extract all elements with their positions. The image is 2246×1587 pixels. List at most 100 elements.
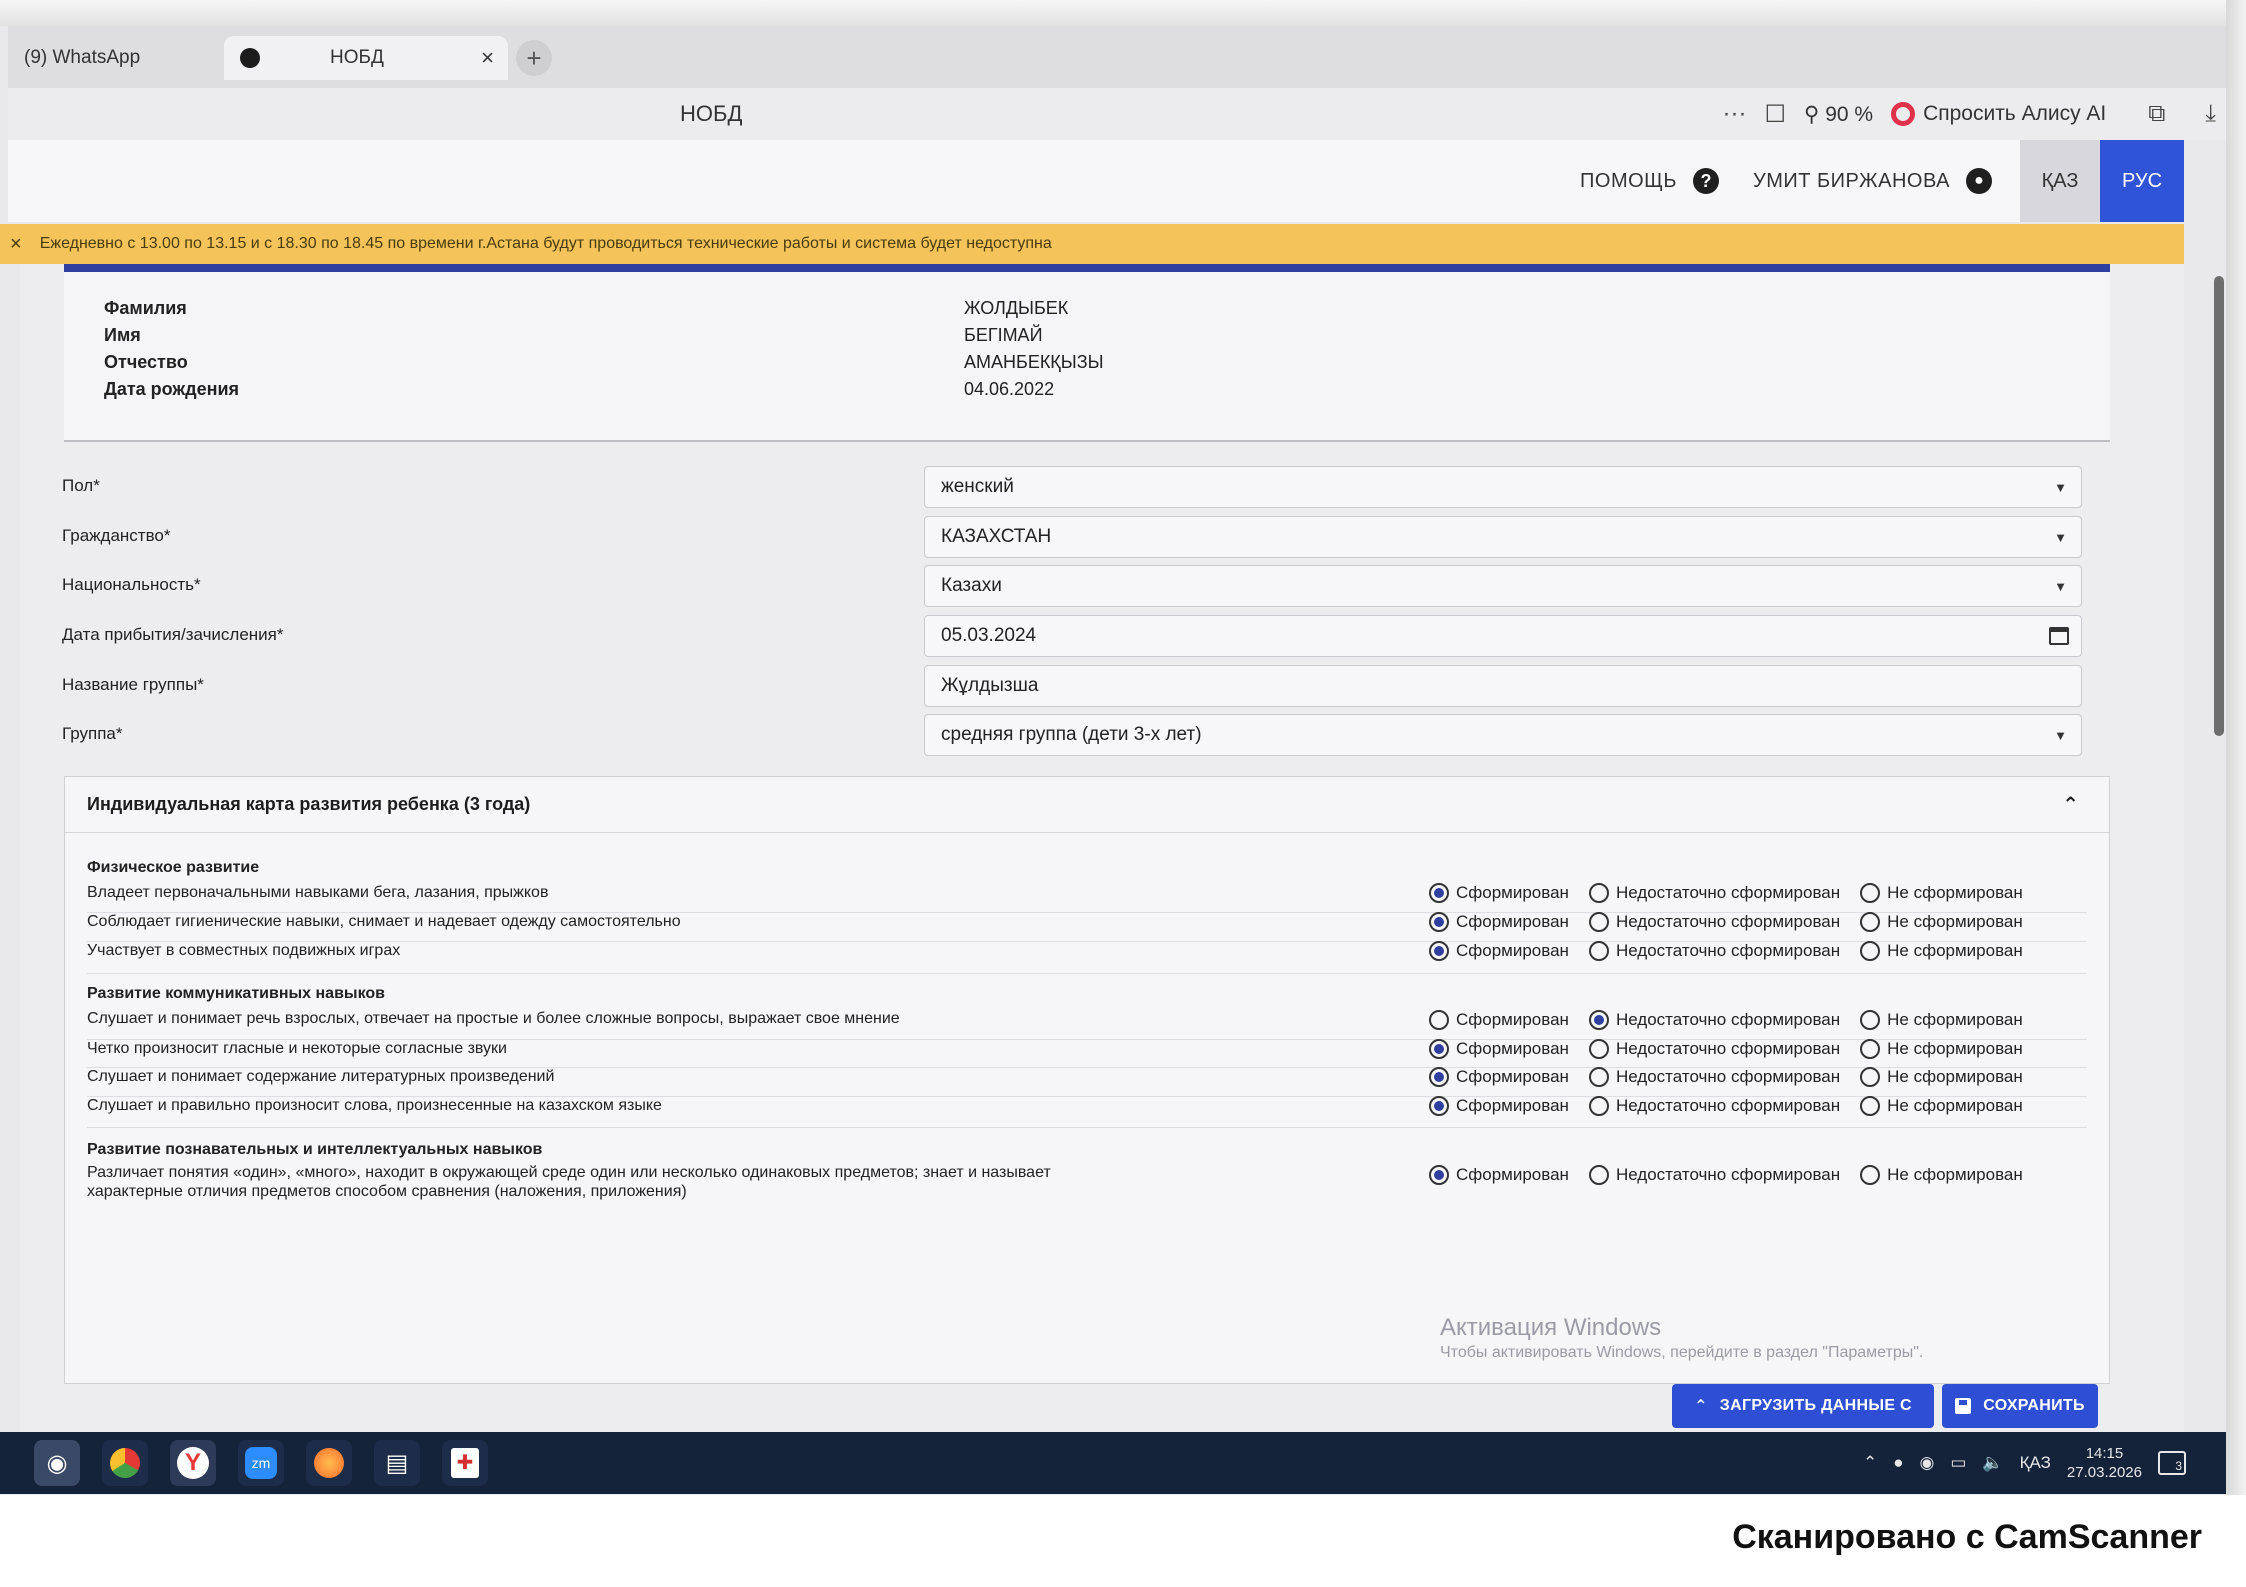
notifications-icon[interactable]: 3 xyxy=(2158,1451,2186,1475)
radio-label: Не сформирован xyxy=(1887,1165,2023,1184)
network-icon[interactable]: ◉ xyxy=(1920,1453,1935,1473)
user-icon[interactable]: ● xyxy=(1966,168,1992,194)
row-divider xyxy=(87,973,2087,974)
load-data-button[interactable]: ⌃ ЗАГРУЗИТЬ ДАННЫЕ С xyxy=(1672,1384,1934,1428)
radio-partially-formed[interactable]: Недостаточно сформирован xyxy=(1588,883,1840,903)
radio-dot-icon xyxy=(1429,883,1449,903)
download-icon[interactable]: ⤓ xyxy=(2205,100,2216,128)
radio-label: Недостаточно сформирован xyxy=(1615,1096,1841,1115)
radio-label: Недостаточно сформирован xyxy=(1615,941,1841,960)
development-card-panel: Индивидуальная карта развития ребенка (3… xyxy=(64,776,2110,1384)
tab-close-icon[interactable]: × xyxy=(481,45,494,71)
radio-dot-icon xyxy=(1860,883,1881,903)
speaker-icon[interactable]: 🔈 xyxy=(1982,1453,2003,1473)
help-link[interactable]: ПОМОЩЬ xyxy=(1580,170,1677,193)
radio-label: Сформирован xyxy=(1456,883,1569,902)
tab-nobd[interactable]: НОБД × xyxy=(224,36,508,80)
radio-partially-formed[interactable]: Недостаточно сформирован xyxy=(1588,1096,1841,1116)
radio-formed[interactable]: Сформирован xyxy=(1429,1165,1569,1185)
user-name[interactable]: УМИТ БИРЖАНОВА xyxy=(1753,170,1950,193)
gender-select[interactable]: женский ▼ xyxy=(924,466,2082,508)
rating-group: Сформирован Недостаточно сформирован Не … xyxy=(1429,1010,2043,1030)
banner-close-icon[interactable]: × xyxy=(10,233,22,256)
radio-dot-icon xyxy=(1860,1096,1881,1116)
radio-not-formed[interactable]: Не сформирован xyxy=(1860,1010,2023,1030)
radio-not-formed[interactable]: Не сформирован xyxy=(1860,1165,2023,1185)
lang-rus-button[interactable]: РУС xyxy=(2100,140,2184,222)
radio-not-formed[interactable]: Не сформирован xyxy=(1860,883,2023,903)
ask-alice-button[interactable]: Спросить Алису AI xyxy=(1891,102,2106,126)
radio-dot-icon xyxy=(1588,883,1609,903)
nationality-label: Национальность* xyxy=(62,575,201,594)
citizenship-select[interactable]: КАЗАХСТАН ▼ xyxy=(924,516,2082,558)
radio-formed[interactable]: Сформирован xyxy=(1429,912,1569,932)
camera-app-icon[interactable]: ◉ xyxy=(34,1440,80,1486)
zoom-control[interactable]: ⚲ 90 % xyxy=(1804,102,1873,127)
group-select[interactable]: средняя группа (дети 3-х лет) ▼ xyxy=(924,714,2082,756)
radio-formed[interactable]: Сформирован xyxy=(1429,1096,1569,1116)
gender-label: Пол* xyxy=(62,476,100,495)
display-icon[interactable]: ▭ xyxy=(1950,1453,1966,1473)
radio-not-formed[interactable]: Не сформирован xyxy=(1860,941,2023,961)
birthdate-value: 04.06.2022 xyxy=(964,379,1055,399)
radio-not-formed[interactable]: Не сформирован xyxy=(1860,1096,2023,1116)
radio-formed[interactable]: Сформирован xyxy=(1429,1010,1569,1030)
save-icon xyxy=(1955,1398,1972,1414)
lang-kaz-button[interactable]: ҚАЗ xyxy=(2020,140,2100,222)
radio-not-formed[interactable]: Не сформирован xyxy=(1860,1067,2023,1087)
file-explorer-icon[interactable]: ▤ xyxy=(374,1440,420,1486)
radio-label: Не сформирован xyxy=(1887,1039,2023,1058)
radio-partially-formed[interactable]: Недостаточно сформирован xyxy=(1588,941,1841,961)
address-bar-title[interactable]: НОБД xyxy=(680,101,742,127)
group-name-label: Название группы* xyxy=(62,675,204,694)
new-tab-button[interactable]: + xyxy=(516,40,552,76)
nationality-select[interactable]: Казахи ▼ xyxy=(924,565,2082,607)
radio-not-formed[interactable]: Не сформирован xyxy=(1860,1039,2023,1059)
tab-whatsapp[interactable]: (9) WhatsApp xyxy=(24,36,224,80)
microphone-icon[interactable]: ● xyxy=(1893,1453,1903,1473)
radio-not-formed[interactable]: Не сформирован xyxy=(1860,912,2023,932)
chevron-up-icon[interactable]: ⌃ xyxy=(1863,1453,1877,1473)
pdf-reader-icon[interactable]: ✚ xyxy=(442,1440,488,1486)
skill-text: Различает понятия «один», «много», наход… xyxy=(87,1164,1051,1200)
radio-formed[interactable]: Сформирован xyxy=(1429,883,1569,903)
radio-label: Сформирован xyxy=(1456,941,1569,960)
group-name-input[interactable]: Жұлдызша xyxy=(924,665,2082,707)
radio-label: Недостаточно сформирован xyxy=(1615,1010,1841,1029)
more-icon[interactable]: ··· xyxy=(1722,100,1746,128)
system-clock[interactable]: 14:15 27.03.2026 xyxy=(2067,1444,2142,1482)
radio-formed[interactable]: Сформирован xyxy=(1429,941,1569,961)
help-icon[interactable]: ? xyxy=(1693,168,1720,194)
radio-dot-icon xyxy=(1860,1067,1881,1087)
toolbar-actions: ··· ☐ ⚲ 90 % Спросить Алису AI ⧉ ⤓ xyxy=(1722,100,2216,129)
radio-partially-formed[interactable]: Недостаточно сформирован xyxy=(1588,1010,1841,1030)
zoom-app-icon[interactable]: zm xyxy=(238,1440,284,1486)
windows-activation-watermark: Активация Windows Чтобы активировать Win… xyxy=(1440,1314,1923,1362)
chrome-icon[interactable] xyxy=(102,1440,148,1486)
keyboard-language[interactable]: ҚАЗ xyxy=(2020,1453,2051,1473)
gender-value: женский xyxy=(941,476,1014,497)
development-card-header[interactable]: Индивидуальная карта развития ребенка (3… xyxy=(65,777,2109,833)
firefox-icon[interactable] xyxy=(306,1440,352,1486)
radio-partially-formed[interactable]: Недостаточно сформирован xyxy=(1588,1165,1840,1185)
radio-label: Не сформирован xyxy=(1887,1096,2023,1115)
group-value: средняя группа (дети 3-х лет) xyxy=(941,724,1202,745)
radio-formed[interactable]: Сформирован xyxy=(1429,1039,1569,1059)
extensions-icon[interactable]: ⧉ xyxy=(2148,100,2165,128)
watermark-title: Активация Windows xyxy=(1440,1314,1662,1341)
save-button[interactable]: СОХРАНИТЬ xyxy=(1942,1384,2098,1428)
radio-formed[interactable]: Сформирован xyxy=(1429,1067,1569,1087)
radio-label: Не сформирован xyxy=(1887,941,2023,960)
yandex-browser-icon[interactable]: Y xyxy=(170,1440,216,1486)
radio-partially-formed[interactable]: Недостаточно сформирован xyxy=(1588,912,1840,932)
radio-label: Не сформирован xyxy=(1887,1010,2023,1029)
radio-partially-formed[interactable]: Недостаточно сформирован xyxy=(1588,1039,1840,1059)
arrival-date-input[interactable]: 05.03.2024 xyxy=(924,615,2082,657)
skill-text: Участвует в совместных подвижных играх xyxy=(87,942,401,959)
bookmark-icon[interactable]: ☐ xyxy=(1764,100,1786,129)
monitor-screen: (9) WhatsApp НОБД × + НОБД ··· ☐ ⚲ 90 % … xyxy=(0,0,2246,1495)
chevron-up-icon[interactable]: ⌃ xyxy=(2062,792,2079,817)
calendar-icon[interactable] xyxy=(2049,627,2069,645)
radio-partially-formed[interactable]: Недостаточно сформирован xyxy=(1588,1067,1840,1087)
page-scrollbar[interactable] xyxy=(2214,276,2224,736)
